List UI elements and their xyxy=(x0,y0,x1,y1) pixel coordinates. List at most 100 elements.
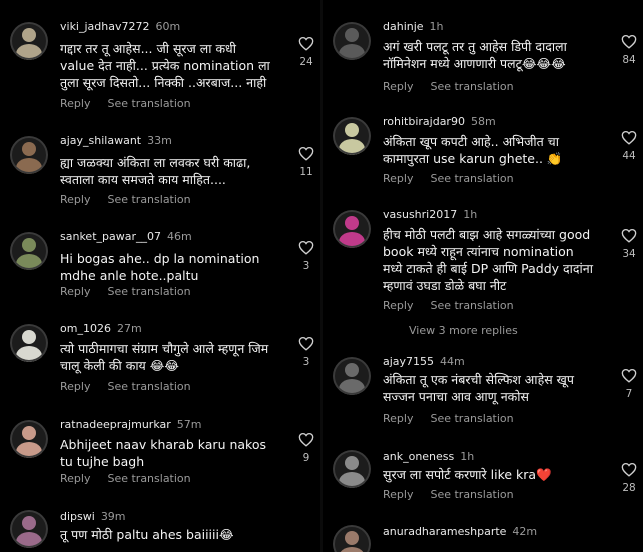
comment-username-row: ank_oneness 1h xyxy=(383,450,474,463)
avatar[interactable] xyxy=(10,232,48,270)
avatar[interactable] xyxy=(10,22,48,60)
avatar[interactable] xyxy=(10,136,48,174)
comment-username-row: ajay7155 44m xyxy=(383,355,465,368)
avatar-ring xyxy=(10,420,48,458)
comments-column-right: dahinje 1h अगं खरी पलटू तर तु आहेस डिपी दा… xyxy=(323,0,643,552)
heart-icon[interactable] xyxy=(621,130,637,145)
see-translation-button[interactable]: See translation xyxy=(107,472,190,485)
reply-button[interactable]: Reply xyxy=(60,285,90,298)
heart-icon[interactable] xyxy=(621,228,637,243)
see-translation-button[interactable]: See translation xyxy=(430,80,513,93)
comment-time: 27m xyxy=(116,322,142,335)
heart-icon[interactable] xyxy=(621,368,637,383)
like-control[interactable]: 34 xyxy=(619,228,639,260)
heart-icon[interactable] xyxy=(298,432,314,447)
comment-username-row: om_1026 27m xyxy=(60,322,142,335)
comment-username[interactable]: om_1026 xyxy=(60,322,111,335)
heart-icon[interactable] xyxy=(298,146,314,161)
comment-actions: Reply See translation xyxy=(60,380,208,393)
avatar-ring xyxy=(10,136,48,174)
avatar-ring xyxy=(10,324,48,362)
comment-username[interactable]: ratnadeeprajmurkar xyxy=(60,418,171,431)
see-translation-button[interactable]: See translation xyxy=(107,97,190,110)
avatar[interactable] xyxy=(10,324,48,362)
reply-button[interactable]: Reply xyxy=(383,80,413,93)
comment-actions: Reply See translation xyxy=(383,299,531,312)
comment-username[interactable]: anuradharameshparte xyxy=(383,525,506,538)
comment-username-row: ajay_shilawant 33m xyxy=(60,134,172,147)
avatar[interactable] xyxy=(333,22,371,60)
like-count: 3 xyxy=(302,260,310,272)
heart-icon[interactable] xyxy=(298,336,314,351)
like-count: 11 xyxy=(299,166,313,178)
avatar[interactable] xyxy=(333,525,371,552)
reply-button[interactable]: Reply xyxy=(383,412,413,425)
like-count: 3 xyxy=(302,356,310,368)
like-control[interactable]: 28 xyxy=(619,462,639,494)
comment-text: Hi bogas ahe.. dp la nomination mdhe anl… xyxy=(60,251,260,283)
like-control[interactable]: 44 xyxy=(619,130,639,162)
like-count: 44 xyxy=(622,150,636,162)
like-control[interactable]: 3 xyxy=(296,240,316,272)
avatar-ring xyxy=(10,22,48,60)
like-control[interactable]: 9 xyxy=(296,432,316,464)
comment-actions: Reply See translation xyxy=(60,97,208,110)
see-translation-button[interactable]: See translation xyxy=(107,380,190,393)
reply-button[interactable]: Reply xyxy=(383,299,413,312)
reply-button[interactable]: Reply xyxy=(383,172,413,185)
comment-username-row: dipswi 39m xyxy=(60,510,126,523)
reply-button[interactable]: Reply xyxy=(60,97,90,110)
heart-icon[interactable] xyxy=(621,462,637,477)
reply-button[interactable]: Reply xyxy=(60,193,90,206)
see-translation-button[interactable]: See translation xyxy=(430,172,513,185)
comment-username[interactable]: ank_oneness xyxy=(383,450,454,463)
comment-username[interactable]: viki_jadhav7272 xyxy=(60,20,150,33)
comment-username[interactable]: dahinje xyxy=(383,20,424,33)
comment-time: 46m xyxy=(166,230,192,243)
like-control[interactable]: 3 xyxy=(296,336,316,368)
avatar[interactable] xyxy=(10,510,48,548)
see-translation-button[interactable]: See translation xyxy=(430,412,513,425)
reply-button[interactable]: Reply xyxy=(60,380,90,393)
avatar-ring xyxy=(10,510,48,548)
avatar-ring xyxy=(333,117,371,155)
see-translation-button[interactable]: See translation xyxy=(430,488,513,501)
comment-username-row: rohitbirajdar90 58m xyxy=(383,115,496,128)
avatar[interactable] xyxy=(333,357,371,395)
comment-username[interactable]: ajay_shilawant xyxy=(60,134,141,147)
comment-username[interactable]: sanket_pawar__07 xyxy=(60,230,161,243)
avatar-ring xyxy=(333,525,371,552)
avatar[interactable] xyxy=(333,117,371,155)
reply-button[interactable]: Reply xyxy=(60,472,90,485)
avatar[interactable] xyxy=(10,420,48,458)
avatar-ring xyxy=(333,357,371,395)
like-control[interactable]: 7 xyxy=(619,368,639,400)
comment-time: 1h xyxy=(463,208,478,221)
like-control[interactable]: 24 xyxy=(296,36,316,68)
view-more-replies-button[interactable]: View 3 more replies xyxy=(409,324,518,337)
like-count: 84 xyxy=(622,54,636,66)
heart-icon[interactable] xyxy=(621,34,637,49)
like-count: 24 xyxy=(299,56,313,68)
comment-username[interactable]: dipswi xyxy=(60,510,95,523)
comment-actions: Reply See translation xyxy=(383,412,531,425)
heart-icon[interactable] xyxy=(298,36,314,51)
see-translation-button[interactable]: See translation xyxy=(430,299,513,312)
comment-username-row: sanket_pawar__07 46m xyxy=(60,230,192,243)
comment-username[interactable]: ajay7155 xyxy=(383,355,434,368)
see-translation-button[interactable]: See translation xyxy=(107,285,190,298)
comment-username[interactable]: rohitbirajdar90 xyxy=(383,115,465,128)
comment-time: 57m xyxy=(176,418,202,431)
avatar-ring xyxy=(10,232,48,270)
see-translation-button[interactable]: See translation xyxy=(107,193,190,206)
like-count: 9 xyxy=(302,452,310,464)
like-control[interactable]: 11 xyxy=(296,146,316,178)
like-control[interactable]: 84 xyxy=(619,34,639,66)
heart-icon[interactable] xyxy=(298,240,314,255)
comment-username[interactable]: vasushri2017 xyxy=(383,208,457,221)
reply-button[interactable]: Reply xyxy=(383,488,413,501)
comment-time: 39m xyxy=(100,510,126,523)
avatar-ring xyxy=(333,450,371,488)
avatar[interactable] xyxy=(333,210,371,248)
avatar[interactable] xyxy=(333,450,371,488)
